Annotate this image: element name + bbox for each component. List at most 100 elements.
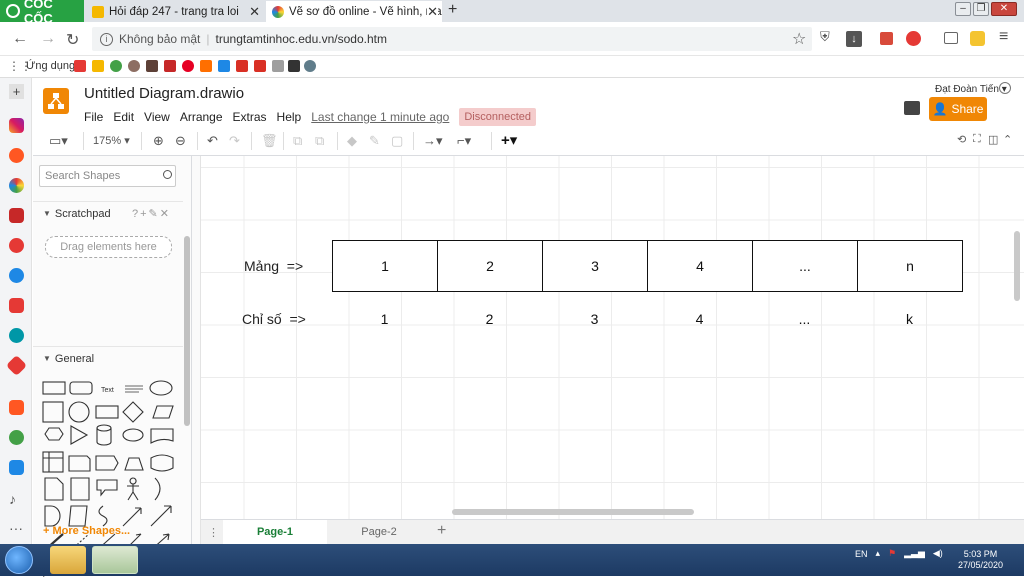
data-storage-shape[interactable] bbox=[68, 505, 88, 527]
step-shape[interactable] bbox=[95, 455, 119, 471]
menu-file[interactable]: File bbox=[84, 110, 103, 124]
coccoc-taskbar-icon[interactable] bbox=[92, 546, 138, 574]
star-icon[interactable]: ☆ bbox=[792, 29, 806, 49]
line-color-icon[interactable]: ✎ bbox=[369, 133, 380, 149]
language-globe-icon[interactable] bbox=[999, 82, 1011, 94]
bidirectional-arrow-shape[interactable] bbox=[122, 507, 142, 527]
format-panel-icon[interactable]: ▭▾ bbox=[49, 133, 68, 149]
array-cell[interactable]: n bbox=[857, 240, 963, 292]
menu-help[interactable]: Help bbox=[277, 110, 302, 124]
rectangle-shape[interactable] bbox=[42, 381, 66, 395]
waypoints-icon[interactable]: ⌐▾ bbox=[457, 133, 471, 149]
more-icon[interactable]: ··· bbox=[9, 520, 23, 536]
callout-shape[interactable] bbox=[96, 479, 118, 497]
menu-edit[interactable]: Edit bbox=[113, 110, 134, 124]
page-tab-1[interactable]: Page-1 bbox=[223, 520, 327, 545]
hexagon-shape[interactable] bbox=[44, 427, 64, 441]
square-shape[interactable] bbox=[42, 401, 64, 423]
bell-icon[interactable]: ♪ bbox=[9, 492, 24, 507]
index-row-label[interactable]: Chỉ số => bbox=[242, 311, 306, 327]
more-shapes-button[interactable]: + More Shapes... bbox=[43, 525, 130, 537]
bookmark-apps[interactable]: Ứng dụng bbox=[26, 60, 75, 72]
shield-extension-icon[interactable]: ⛨ bbox=[820, 29, 830, 45]
fill-color-icon[interactable]: ◆ bbox=[347, 133, 357, 149]
array-cell[interactable]: ... bbox=[752, 240, 858, 292]
zoom-out-icon[interactable]: ⊖ bbox=[175, 133, 186, 149]
general-header[interactable]: ▼ General bbox=[33, 346, 183, 370]
youtube-bookmark-icon[interactable] bbox=[74, 60, 86, 72]
url-text[interactable]: trungtamtinhoc.edu.vn/sodo.htm bbox=[216, 32, 387, 46]
parallelogram-shape[interactable] bbox=[152, 405, 174, 419]
more-menu-icon[interactable]: ≡ bbox=[999, 28, 1008, 46]
extension-icon[interactable] bbox=[970, 31, 985, 46]
add-page-icon[interactable]: + bbox=[437, 522, 446, 540]
actor-shape[interactable] bbox=[127, 477, 139, 501]
panel-icon[interactable]: ◫ bbox=[988, 133, 998, 146]
zoom-select[interactable]: 175% ▾ bbox=[93, 134, 130, 147]
note-shape[interactable] bbox=[44, 477, 64, 501]
download-icon[interactable]: ↓ bbox=[846, 31, 862, 47]
start-button[interactable] bbox=[5, 546, 33, 574]
triangle-shape[interactable] bbox=[70, 425, 89, 445]
cast-icon[interactable] bbox=[944, 32, 958, 44]
connection-icon[interactable]: →▾ bbox=[423, 133, 443, 149]
close-window-button[interactable]: ✕ bbox=[991, 2, 1017, 16]
pinterest-bookmark-icon[interactable] bbox=[182, 60, 194, 72]
language-indicator[interactable]: EN bbox=[855, 549, 868, 559]
share-button[interactable]: 👤 Share bbox=[929, 97, 987, 121]
index-cell[interactable]: k bbox=[857, 311, 962, 327]
index-cell[interactable]: 3 bbox=[542, 311, 647, 327]
array-cell[interactable]: 2 bbox=[437, 240, 543, 292]
ellipse-shape[interactable] bbox=[149, 380, 173, 396]
cloud-shape[interactable] bbox=[122, 428, 144, 442]
app-icon[interactable] bbox=[9, 238, 24, 253]
coccoc-menu-button[interactable]: CỐC CỐC bbox=[0, 0, 84, 26]
restore-button[interactable]: ❐ bbox=[973, 2, 989, 16]
edit-link-icon[interactable]: ⟲ bbox=[957, 133, 966, 146]
circle-shape[interactable] bbox=[68, 401, 90, 423]
curve-shape[interactable] bbox=[98, 505, 108, 527]
tab-hoidap[interactable]: Hỏi đáp 247 - trang tra loi ✕ bbox=[86, 1, 264, 22]
new-tab-button[interactable]: + bbox=[448, 1, 457, 19]
forward-arrow-icon[interactable]: → bbox=[40, 30, 56, 48]
index-cell[interactable]: 4 bbox=[647, 311, 752, 327]
menu-extras[interactable]: Extras bbox=[233, 110, 267, 124]
app-icon[interactable] bbox=[9, 328, 24, 343]
document-shape[interactable] bbox=[150, 428, 174, 444]
user-menu[interactable]: Đạt Đoàn Tiến ▾ bbox=[935, 84, 1007, 95]
last-change-link[interactable]: Last change 1 minute ago bbox=[311, 110, 449, 124]
scratchpad-tools[interactable]: ?+✎✕ bbox=[132, 207, 171, 220]
youtube-icon[interactable] bbox=[9, 298, 24, 313]
back-arrow-icon[interactable]: ← bbox=[12, 30, 28, 48]
shopee-icon[interactable] bbox=[9, 400, 24, 415]
gmail-bookmark-icon[interactable] bbox=[236, 60, 248, 72]
bookmark-icon[interactable] bbox=[128, 60, 140, 72]
index-cell[interactable]: 2 bbox=[437, 311, 542, 327]
shapes-scrollbar[interactable] bbox=[184, 236, 190, 426]
clock[interactable]: 5:03 PM 27/05/2020 bbox=[958, 549, 1003, 571]
close-tab-icon[interactable]: ✕ bbox=[427, 3, 438, 20]
and-shape[interactable] bbox=[44, 505, 61, 527]
canvas-horizontal-scrollbar[interactable] bbox=[452, 509, 694, 515]
network-icon[interactable]: ▂▃▅ bbox=[904, 548, 925, 559]
scratchpad-dropzone[interactable]: Drag elements here bbox=[45, 236, 172, 258]
bookmark-icon[interactable] bbox=[146, 60, 158, 72]
cube-shape[interactable] bbox=[68, 455, 91, 472]
volume-icon[interactable]: ◀) bbox=[933, 548, 943, 559]
array-cell[interactable]: 4 bbox=[647, 240, 753, 292]
translate-bookmark-icon[interactable] bbox=[218, 60, 230, 72]
menu-arrange[interactable]: Arrange bbox=[180, 110, 223, 124]
process-shape[interactable] bbox=[95, 405, 119, 419]
file-explorer-icon[interactable] bbox=[50, 546, 86, 574]
calendar-extension-icon[interactable] bbox=[880, 32, 893, 45]
shadow-icon[interactable]: ▢ bbox=[391, 133, 403, 149]
card-shape[interactable] bbox=[70, 477, 90, 501]
app-icon[interactable] bbox=[9, 268, 24, 283]
index-cell[interactable]: 1 bbox=[332, 311, 437, 327]
minimize-button[interactable]: – bbox=[955, 2, 971, 16]
array-row-label[interactable]: Mảng => bbox=[244, 258, 303, 274]
diamond-shape[interactable] bbox=[122, 401, 144, 423]
search-icon[interactable] bbox=[163, 170, 172, 179]
document-title[interactable]: Untitled Diagram.drawio bbox=[84, 85, 244, 102]
menu-view[interactable]: View bbox=[144, 110, 170, 124]
